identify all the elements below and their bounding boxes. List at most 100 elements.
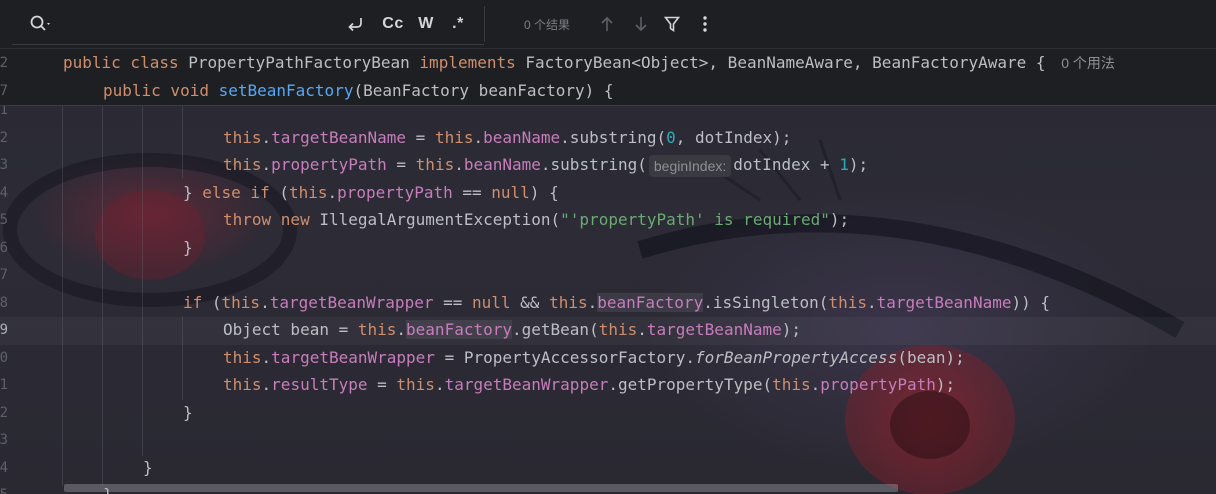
indent-guide <box>62 106 63 486</box>
code-token: .getPropertyType( <box>608 375 773 394</box>
search-icon <box>30 15 50 31</box>
line-number: 4 <box>0 185 8 201</box>
code-token: . <box>454 155 464 174</box>
code-token: ) { <box>529 183 559 202</box>
code-token: targetBeanWrapper <box>271 348 435 367</box>
indent-guide <box>142 106 143 456</box>
code-token: if <box>183 293 203 312</box>
code-token: .getBean( <box>512 320 599 339</box>
code-token: == <box>452 183 492 202</box>
code-token: this <box>828 293 867 312</box>
code-token: . <box>327 183 338 202</box>
code-token: == <box>433 293 472 312</box>
code-token: . <box>260 293 270 312</box>
search-options-button[interactable] <box>26 0 56 48</box>
code-token: ); <box>829 210 850 229</box>
code-token: targetBeanName <box>646 320 782 339</box>
indent-guide <box>102 106 103 486</box>
newline-toggle[interactable] <box>343 0 369 48</box>
code-token: this <box>288 183 328 202</box>
filter-button[interactable] <box>661 0 683 48</box>
code-token: = <box>367 375 397 394</box>
code-line[interactable]: } <box>183 399 193 427</box>
code-line[interactable]: this.propertyPath = this.beanName.substr… <box>223 151 868 179</box>
keyword: implements <box>419 53 526 72</box>
code-token: . <box>396 320 407 339</box>
indent-guide <box>182 316 183 400</box>
code-token: this <box>221 293 261 312</box>
code-token: . <box>637 320 647 339</box>
regex-toggle[interactable]: .* <box>446 0 470 48</box>
divider <box>484 6 485 42</box>
arrow-down-icon <box>635 17 647 32</box>
code-token: 0 <box>666 128 676 147</box>
line-number: 7 <box>0 83 8 99</box>
previous-occurrence-button[interactable] <box>596 0 618 48</box>
code-token: . <box>261 348 272 367</box>
code-token: targetBeanName <box>271 128 407 147</box>
line-number: 1 <box>0 377 8 393</box>
sticky-line-method[interactable]: 7 public void setBeanFactory(BeanFactory… <box>0 77 1216 106</box>
code-token: . <box>587 293 598 312</box>
code-token: this <box>223 155 262 174</box>
line-number: 2 <box>0 55 8 71</box>
code-token: IllegalArgumentException( <box>319 210 561 229</box>
code-token: beanName <box>463 155 541 174</box>
code-token: this <box>549 293 588 312</box>
code-token: && <box>510 293 550 312</box>
code-token: .isSingleton( <box>703 293 829 312</box>
indent-guide <box>182 106 183 178</box>
code-token: targetBeanWrapper <box>269 293 434 312</box>
code-line[interactable]: } else if (this.propertyPath == null) { <box>183 179 559 207</box>
code-token: targetBeanName <box>876 293 1012 312</box>
code-token: ); <box>935 375 956 394</box>
code-token: ); <box>848 155 869 174</box>
line-number: 2 <box>0 130 8 146</box>
wrap-arrow-icon <box>348 18 362 32</box>
code-token: } <box>143 458 153 477</box>
code-token: } <box>183 183 203 202</box>
code-token: , dotIndex); <box>675 128 792 147</box>
line-number: 4 <box>0 460 8 476</box>
code-line[interactable]: this.targetBeanName = this.beanName.subs… <box>223 124 791 152</box>
editor-window: 1 2 this.targetBeanName = this.beanName.su… <box>0 0 1216 494</box>
class-name: PropertyPathFactoryBean <box>188 53 420 72</box>
line-number: 5 <box>0 212 8 228</box>
code-token: targetBeanWrapper <box>444 375 609 394</box>
line-number: 9 <box>0 322 8 338</box>
code-token: .substring( <box>540 155 647 174</box>
line-number: 6 <box>0 240 8 256</box>
usages-hint[interactable]: 0 个用法 <box>1061 55 1115 71</box>
code-line[interactable]: if (this.targetBeanWrapper == null && th… <box>183 289 1050 317</box>
match-case-toggle[interactable]: Cc <box>380 0 406 48</box>
code-token: 1 <box>839 155 849 174</box>
arrow-up-icon <box>601 16 613 31</box>
code-token: ( <box>202 293 222 312</box>
code-token: beanFactory <box>406 320 512 339</box>
line-number: 0 <box>0 350 8 366</box>
code-line[interactable]: this.resultType = this.targetBeanWrapper… <box>223 371 955 399</box>
code-line[interactable]: } <box>143 454 153 482</box>
code-token: this <box>415 155 455 174</box>
code-line[interactable]: throw new IllegalArgumentException("'pro… <box>223 206 849 234</box>
code-token: ); <box>781 320 801 339</box>
horizontal-scrollbar[interactable] <box>64 484 898 492</box>
line-number: 3 <box>0 432 8 448</box>
code-token: .substring( <box>560 128 667 147</box>
code-token: . <box>473 128 484 147</box>
sticky-line-class[interactable]: 2 public class PropertyPathFactoryBean i… <box>0 49 1216 77</box>
whole-words-toggle[interactable]: W <box>414 0 438 48</box>
code-token: beanName <box>483 128 561 147</box>
code-token: this <box>396 375 435 394</box>
line-number: 5 <box>0 481 8 494</box>
line-number: 7 <box>0 267 8 283</box>
code-line[interactable]: Object bean = this.beanFactory.getBean(t… <box>223 316 801 344</box>
more-options-button[interactable] <box>694 0 716 48</box>
code-token: this <box>357 320 397 339</box>
code-line[interactable]: this.targetBeanWrapper = PropertyAccesso… <box>223 344 965 372</box>
line-number: 3 <box>0 157 8 173</box>
code-token: (bean); <box>897 348 965 367</box>
code-line[interactable]: } <box>183 234 193 262</box>
next-occurrence-button[interactable] <box>630 0 652 48</box>
code-token: } <box>183 238 193 257</box>
